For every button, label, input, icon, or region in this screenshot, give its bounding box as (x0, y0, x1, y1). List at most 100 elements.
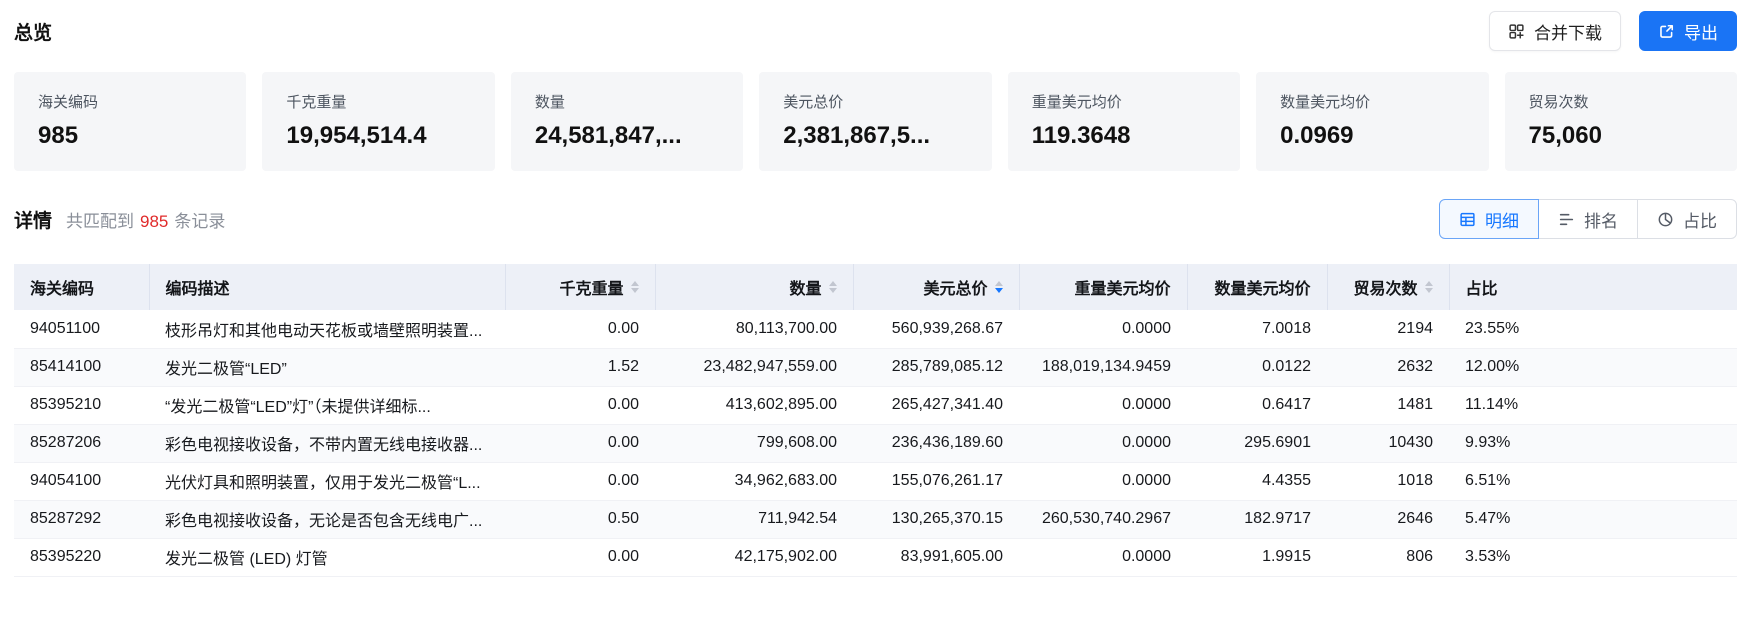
col-qty-usd-avg: 数量美元均价 (1187, 264, 1327, 310)
cell-kg-weight: 0.00 (505, 538, 655, 576)
column-label: 重量美元均价 (1074, 275, 1170, 299)
cell-hs-code: 85287206 (14, 424, 149, 462)
cell-quantity: 711,942.54 (655, 500, 853, 538)
card-label: 贸易次数 (1529, 91, 1713, 112)
cell-weight-usd-avg: 188,019,134.9459 (1019, 348, 1187, 386)
col-quantity[interactable]: 数量 (655, 264, 853, 310)
sort-up-icon (631, 281, 639, 286)
cell-qty-usd-avg: 295.6901 (1187, 424, 1327, 462)
export-button[interactable]: 导出 (1639, 11, 1737, 51)
cell-hs-code: 85287292 (14, 500, 149, 538)
sort-down-icon (995, 288, 1003, 293)
table-body: 94051100枝形吊灯和其他电动天花板或墙壁照明装置...0.0080,113… (14, 310, 1737, 576)
card-value: 2,381,867,5... (783, 122, 967, 150)
cell-usd-total: 83,991,605.00 (853, 538, 1019, 576)
cell-description: 彩色电视接收设备，不带内置无线电接收器... (149, 424, 505, 462)
sort-icon (1425, 281, 1433, 293)
col-hs-code: 海关编码 (14, 264, 149, 310)
cell-trade-count: 806 (1327, 538, 1449, 576)
sort-icon (631, 281, 639, 293)
summary-card-qty-usd-avg: 数量美元均价 0.0969 (1256, 72, 1488, 171)
cell-share: 11.14% (1449, 386, 1737, 424)
table-row: 85287206彩色电视接收设备，不带内置无线电接收器...0.00799,60… (14, 424, 1737, 462)
cell-usd-total: 130,265,370.15 (853, 500, 1019, 538)
view-tabs: 明细 排名 占比 (1439, 199, 1737, 239)
cell-kg-weight: 0.00 (505, 424, 655, 462)
cell-quantity: 413,602,895.00 (655, 386, 853, 424)
match-prefix: 共匹配到 (66, 212, 134, 231)
merge-download-icon (1508, 23, 1525, 40)
tab-ranking[interactable]: 排名 (1538, 199, 1638, 239)
cell-description: 彩色电视接收设备，无论是否包含无线电广... (149, 500, 505, 538)
card-label: 美元总价 (783, 91, 967, 112)
cell-weight-usd-avg: 0.0000 (1019, 386, 1187, 424)
column-label: 数量 (789, 275, 821, 299)
cell-qty-usd-avg: 1.9915 (1187, 538, 1327, 576)
match-text: 共匹配到 985 条记录 (66, 207, 225, 232)
details-title: 详情 (14, 206, 52, 233)
cell-quantity: 42,175,902.00 (655, 538, 853, 576)
cell-share: 23.55% (1449, 310, 1737, 348)
topbar: 总览 合并下载 (14, 0, 1737, 60)
details-left: 详情 共匹配到 985 条记录 (14, 206, 225, 233)
cell-kg-weight: 0.50 (505, 500, 655, 538)
details-bar: 详情 共匹配到 985 条记录 明细 (14, 198, 1737, 240)
col-share: 占比 (1449, 264, 1737, 310)
cell-trade-count: 1018 (1327, 462, 1449, 500)
table-row: 85414100发光二极管“LED”1.5223,482,947,559.002… (14, 348, 1737, 386)
sort-down-icon (829, 288, 837, 293)
summary-card-usd-total: 美元总价 2,381,867,5... (759, 72, 991, 171)
sort-down-icon (631, 288, 639, 293)
ranking-icon (1558, 211, 1575, 228)
tab-detail[interactable]: 明细 (1439, 199, 1539, 239)
cell-qty-usd-avg: 0.0122 (1187, 348, 1327, 386)
table-row: 94054100光伏灯具和照明装置，仅用于发光二极管“L...0.0034,96… (14, 462, 1737, 500)
cell-share: 6.51% (1449, 462, 1737, 500)
card-value: 75,060 (1529, 122, 1713, 150)
tab-proportion[interactable]: 占比 (1637, 199, 1737, 239)
summary-card-hs-code: 海关编码 985 (14, 72, 246, 171)
cell-weight-usd-avg: 0.0000 (1019, 538, 1187, 576)
cell-hs-code: 94051100 (14, 310, 149, 348)
cell-weight-usd-avg: 260,530,740.2967 (1019, 500, 1187, 538)
table-grid-icon (1459, 211, 1476, 228)
cell-description: 发光二极管“LED” (149, 348, 505, 386)
cell-trade-count: 2632 (1327, 348, 1449, 386)
match-count: 985 (140, 212, 168, 231)
export-label: 导出 (1684, 19, 1718, 44)
tab-label: 明细 (1485, 207, 1519, 232)
topbar-actions: 合并下载 导出 (1489, 11, 1737, 51)
card-value: 24,581,847,... (535, 122, 719, 150)
match-suffix: 条记录 (174, 212, 225, 231)
export-icon (1658, 23, 1675, 40)
cell-description: “发光二极管“LED”灯”（未提供详细标... (149, 386, 505, 424)
data-table: 海关编码 编码描述 千克重量 数量 (14, 264, 1737, 577)
cell-share: 9.93% (1449, 424, 1737, 462)
col-description: 编码描述 (149, 264, 505, 310)
cell-qty-usd-avg: 0.6417 (1187, 386, 1327, 424)
cell-hs-code: 85414100 (14, 348, 149, 386)
cell-trade-count: 2646 (1327, 500, 1449, 538)
column-label: 千克重量 (559, 275, 623, 299)
cell-quantity: 34,962,683.00 (655, 462, 853, 500)
table-row: 85395210“发光二极管“LED”灯”（未提供详细标...0.00413,6… (14, 386, 1737, 424)
cell-weight-usd-avg: 0.0000 (1019, 310, 1187, 348)
column-label: 贸易次数 (1353, 275, 1417, 299)
table-row: 85395220发光二极管 (LED) 灯管0.0042,175,902.008… (14, 538, 1737, 576)
table-row: 85287292彩色电视接收设备，无论是否包含无线电广...0.50711,94… (14, 500, 1737, 538)
cell-description: 发光二极管 (LED) 灯管 (149, 538, 505, 576)
card-label: 海关编码 (38, 91, 222, 112)
col-usd-total[interactable]: 美元总价 (853, 264, 1019, 310)
page: 总览 合并下载 (0, 0, 1751, 635)
cell-kg-weight: 0.00 (505, 310, 655, 348)
card-label: 千克重量 (286, 91, 470, 112)
summary-card-weight-usd-avg: 重量美元均价 119.3648 (1008, 72, 1240, 171)
cell-qty-usd-avg: 182.9717 (1187, 500, 1327, 538)
card-value: 19,954,514.4 (286, 122, 470, 150)
col-trade-count[interactable]: 贸易次数 (1327, 264, 1449, 310)
col-kg-weight[interactable]: 千克重量 (505, 264, 655, 310)
cell-trade-count: 2194 (1327, 310, 1449, 348)
summary-card-quantity: 数量 24,581,847,... (511, 72, 743, 171)
merge-download-button[interactable]: 合并下载 (1489, 11, 1621, 51)
tab-label: 排名 (1584, 207, 1618, 232)
